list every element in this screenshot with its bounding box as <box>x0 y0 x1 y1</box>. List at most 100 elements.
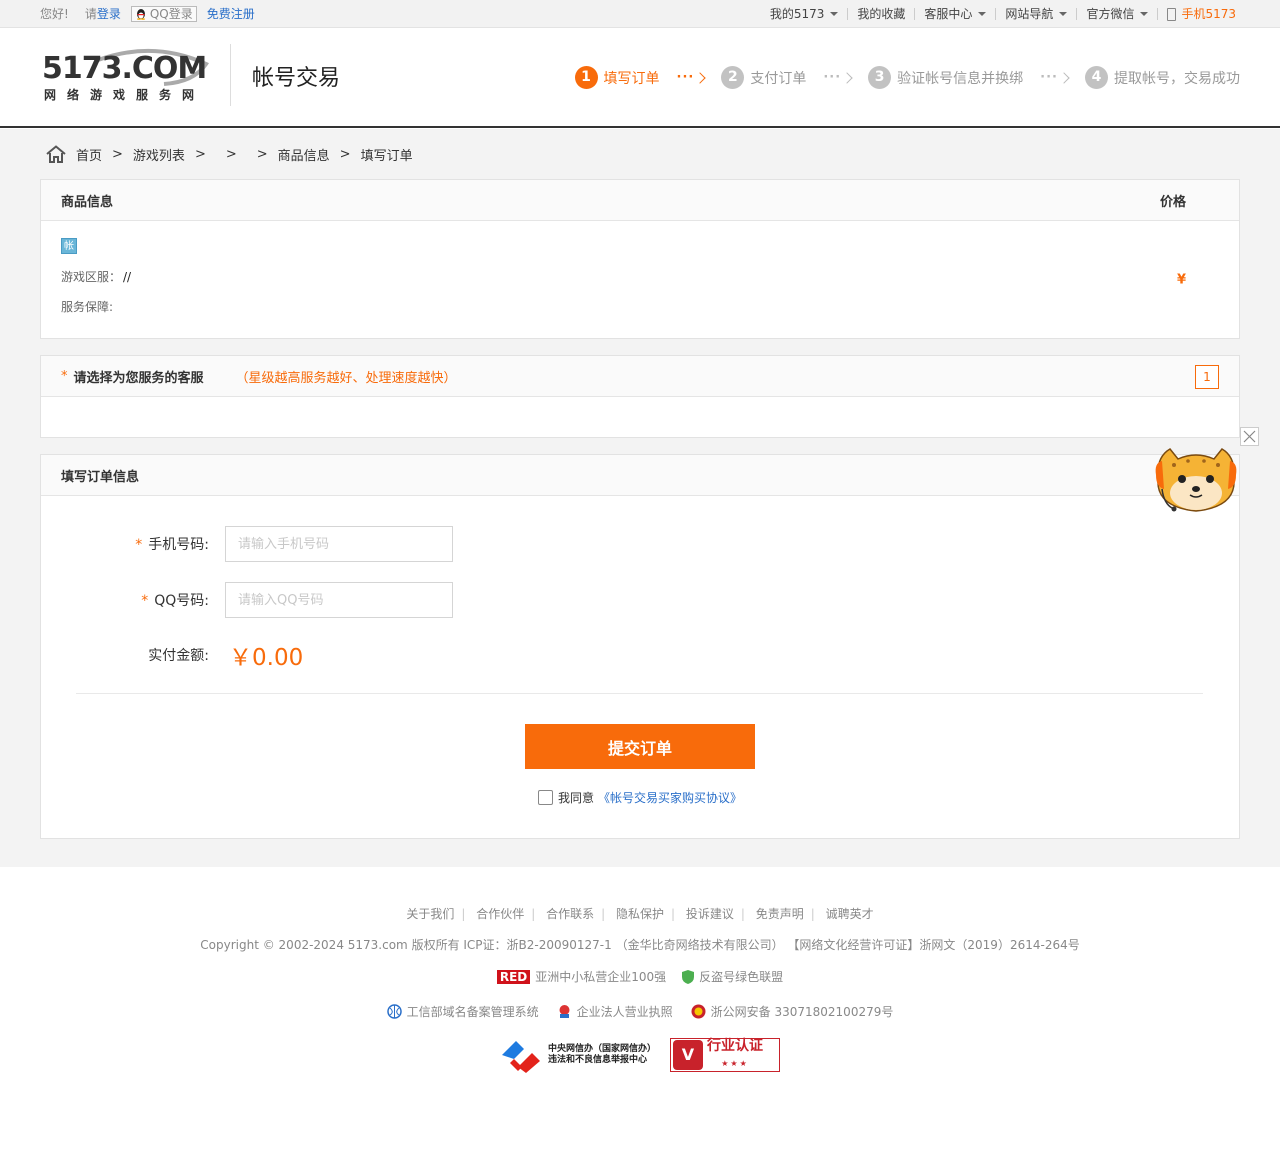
step-label: 提取帐号，交易成功 <box>1114 70 1240 87</box>
required-marker: * <box>61 368 68 384</box>
footer-link-partners[interactable]: 合作伙伴 <box>476 907 524 921</box>
step-label: 验证帐号信息并换绑 <box>897 70 1024 87</box>
industry-cert-label: 行业认证 <box>707 1038 763 1054</box>
breadcrumb-current: 填写订单 <box>360 148 413 164</box>
site-footer: 关于我们 | 合作伙伴 | 合作联系 | 隐私保护 | 投诉建议 | 免责声明 | 诚聘英才… <box>0 867 1280 1167</box>
footer-link-complaint[interactable]: 投诉建议 <box>686 907 734 921</box>
phone-input[interactable] <box>225 526 453 562</box>
breadcrumb-separator: > <box>225 146 237 162</box>
logo-tagline: 网络游戏服务网 <box>44 88 206 102</box>
breadcrumb-game-list[interactable]: 游戏列表 <box>133 145 185 164</box>
breadcrumb-separator: > <box>194 146 206 162</box>
phone-row: * 手机号码: <box>41 526 453 562</box>
copyright-text: Copyright © 2002-2024 5173.com 版权所有 ICP证… <box>200 938 1080 952</box>
caret-down-icon <box>1059 12 1068 16</box>
police-record-link[interactable]: 浙公网安备 33071802100279号 <box>691 1003 893 1020</box>
goods-info-panel: 商品信息 价格 帐 游戏区服：// 服务保障: ¥ <box>40 179 1240 339</box>
home-icon[interactable] <box>46 145 66 163</box>
my5173-label: 我的5173 <box>769 7 825 21</box>
green-shield-icon <box>682 969 695 984</box>
game-server-row: 游戏区服：// <box>61 268 131 285</box>
qq-input[interactable] <box>225 582 453 618</box>
step-number: 3 <box>868 66 892 89</box>
qq-login-button[interactable]: QQ登录 <box>130 6 197 22</box>
game-server-label: 游戏区服： <box>61 270 122 284</box>
cac-report-center-link[interactable]: 中央网信办（国家网信办） 违法和不良信息举报中心 <box>500 1037 656 1073</box>
goods-info-header: 商品信息 价格 <box>41 180 1239 221</box>
my5173-menu[interactable]: 我的5173 <box>761 0 848 28</box>
customer-service-title: 请选择为您服务的客服 <box>73 370 204 386</box>
phone-label: * 手机号码: <box>135 537 209 553</box>
goods-info-body: 帐 游戏区服：// 服务保障: ¥ <box>41 221 1239 338</box>
wechat-menu[interactable]: 官方微信 <box>1077 0 1157 28</box>
anti-theft-link[interactable]: 反盗号绿色联盟 <box>699 968 783 985</box>
customer-service-hint: （星级越高服务越好、处理速度越快） <box>235 370 457 386</box>
form-divider <box>76 693 1203 694</box>
service-center-label: 客服中心 <box>924 7 973 21</box>
logo-wordmark: 5173.COM <box>42 51 207 86</box>
business-license-link[interactable]: 企业法人营业执照 <box>557 1003 673 1020</box>
page-title: 帐号交易 <box>252 66 341 91</box>
cac-line2: 违法和不良信息举报中心 <box>547 1055 647 1065</box>
mobile-5173-link[interactable]: 手机5173 <box>1158 0 1236 28</box>
agreement-row: 我同意 《帐号交易买家购买协议》 <box>538 789 742 806</box>
header-divider <box>230 44 231 106</box>
footer-link-contact[interactable]: 合作联系 <box>546 907 594 921</box>
submit-order-button[interactable]: 提交订单 <box>525 724 755 769</box>
customer-service-panel: * 请选择为您服务的客服 （星级越高服务越好、处理速度越快） 1 <box>40 355 1240 438</box>
goods-price: ¥ <box>1176 272 1186 287</box>
miit-link[interactable]: 工信部域名备案管理系统 <box>386 1003 539 1020</box>
footer-link-careers[interactable]: 诚聘英才 <box>826 907 874 921</box>
caret-down-icon <box>978 12 987 16</box>
qq-login-label: QQ登录 <box>149 7 193 21</box>
step-label: 填写订单 <box>603 70 660 87</box>
site-logo[interactable]: 5173.COM 网络游戏服务网 <box>42 46 210 106</box>
order-form-body: *手机号码: *QQ号码: 实付金额: ￥0.00 提交订单 我同意 《帐号交易… <box>41 496 1239 838</box>
caret-down-icon <box>830 12 839 16</box>
footer-link-about[interactable]: 关于我们 <box>406 907 454 921</box>
red-herring-link[interactable]: 亚洲中小私营企业100强 <box>535 968 666 985</box>
footer-link-disclaimer[interactable]: 免责声明 <box>756 907 804 921</box>
breadcrumb: 首页 > 游戏列表 > > > 商品信息 > 填写订单 <box>40 129 1240 179</box>
footer-link-privacy[interactable]: 隐私保护 <box>616 907 664 921</box>
login-link[interactable]: 登录 <box>97 0 121 28</box>
mascot-leopard-icon[interactable] <box>1150 443 1242 517</box>
close-icon[interactable] <box>1240 427 1259 446</box>
register-link[interactable]: 免费注册 <box>207 0 255 28</box>
customer-service-list <box>41 397 1239 437</box>
step-arrow-icon: ··· <box>1040 70 1070 85</box>
game-server-value: // <box>123 270 132 284</box>
caret-down-icon <box>1140 12 1149 16</box>
step-label: 支付订单 <box>750 70 807 87</box>
industry-stars: ★★★ <box>721 1059 749 1068</box>
industry-certification-badge[interactable]: V 行业认证 ★★★ <box>670 1038 780 1072</box>
miit-globe-icon <box>386 1004 402 1019</box>
cac-line1: 中央网信办（国家网信办） <box>547 1044 656 1054</box>
agreement-link[interactable]: 《帐号交易买家购买协议》 <box>598 789 742 806</box>
step-number: 1 <box>574 66 598 89</box>
footer-badges-row1: RED 亚洲中小私营企业100强 反盗号绿色联盟 <box>0 968 1280 985</box>
mobile-5173-label: 手机5173 <box>1181 7 1236 21</box>
goods-info-title: 商品信息 <box>61 194 114 210</box>
step-pay-order: 2 支付订单 <box>721 66 806 89</box>
step-number: 2 <box>721 66 745 89</box>
agree-label: 我同意 <box>558 791 595 805</box>
site-nav-label: 网站导航 <box>1005 7 1054 21</box>
customer-service-count-badge[interactable]: 1 <box>1195 365 1219 389</box>
service-center-menu[interactable]: 客服中心 <box>915 0 995 28</box>
agree-checkbox[interactable] <box>538 790 553 805</box>
service-guarantee-row: 服务保障: <box>61 298 113 315</box>
site-nav-menu[interactable]: 网站导航 <box>996 0 1076 28</box>
license-badge-icon <box>559 1005 570 1018</box>
amount-value: ￥0.00 <box>229 645 304 671</box>
breadcrumb-separator: > <box>112 146 123 162</box>
breadcrumb-home[interactable]: 首页 <box>76 145 102 164</box>
breadcrumb-goods-info[interactable]: 商品信息 <box>278 145 330 164</box>
favorites-link[interactable]: 我的收藏 <box>848 0 914 28</box>
breadcrumb-separator: > <box>339 146 351 162</box>
red-herring-badge: RED <box>496 969 531 984</box>
qq-label: * QQ号码: <box>141 593 209 609</box>
industry-v-icon: V <box>673 1040 703 1070</box>
police-emblem-icon <box>691 1004 706 1019</box>
order-form-header: 填写订单信息 <box>41 455 1239 496</box>
